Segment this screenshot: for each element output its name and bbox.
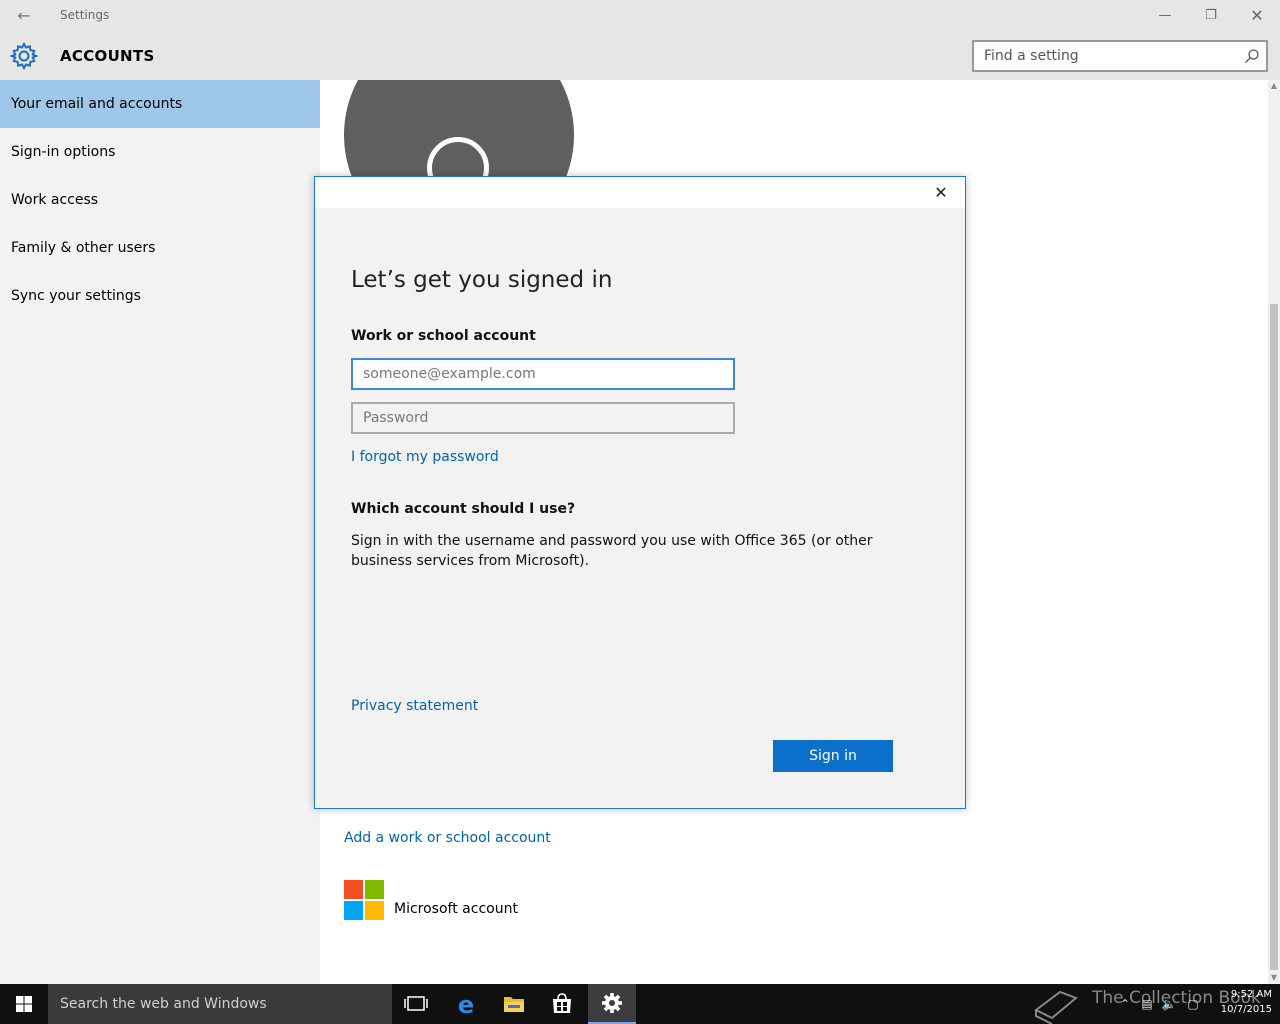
which-account-heading: Which account should I use? (351, 501, 576, 517)
gear-icon (10, 42, 38, 70)
sign-in-dialog: ✕ Let’s get you signed in Work or school… (314, 176, 966, 809)
page-title: ACCOUNTS (60, 47, 155, 65)
volume-icon[interactable]: 🔈 (1160, 995, 1178, 1013)
window-title: Settings (60, 8, 110, 22)
sidebar-item-work-access[interactable]: Work access (0, 176, 320, 224)
svg-text:e: e (458, 991, 474, 1019)
scrollbar[interactable]: ▲ ▼ (1268, 80, 1280, 984)
sidebar-item-sync-settings[interactable]: Sync your settings (0, 272, 320, 320)
action-center-icon[interactable]: ▢ (1184, 995, 1202, 1013)
taskbar-search[interactable]: Search the web and Windows (48, 984, 392, 1024)
system-clock[interactable]: 9:52 AM 10/7/2015 (1208, 987, 1272, 1017)
sidebar-item-email-accounts[interactable]: Your email and accounts (0, 80, 320, 128)
microsoft-logo-icon (344, 880, 384, 920)
sidebar-item-family-users[interactable]: Family & other users (0, 224, 320, 272)
search-icon[interactable] (1244, 48, 1260, 64)
close-icon[interactable]: ✕ (931, 183, 951, 203)
sidebar-item-sign-in-options[interactable]: Sign-in options (0, 128, 320, 176)
forgot-password-link[interactable]: I forgot my password (351, 449, 499, 465)
settings-taskbar-button[interactable] (588, 984, 636, 1024)
clock-time: 9:52 AM (1230, 989, 1272, 1000)
password-input[interactable] (353, 404, 733, 432)
microsoft-account-label[interactable]: Microsoft account (394, 901, 518, 917)
chevron-up-icon[interactable]: ⌃ (1116, 995, 1134, 1013)
settings-header: ACCOUNTS (0, 32, 1280, 80)
account-type-label: Work or school account (351, 328, 536, 344)
close-window-button[interactable]: ✕ (1234, 0, 1280, 32)
edge-browser-icon[interactable]: e (442, 984, 490, 1024)
dialog-title-bar: ✕ (315, 177, 965, 208)
scroll-down-icon[interactable]: ▼ (1268, 972, 1280, 984)
which-account-description: Sign in with the username and password y… (351, 533, 873, 569)
password-field[interactable] (351, 402, 735, 434)
minimize-button[interactable]: — (1142, 0, 1188, 32)
windows-start-icon[interactable] (0, 984, 48, 1024)
settings-gear-icon (602, 993, 622, 1013)
find-setting-search[interactable] (972, 40, 1268, 72)
restore-button[interactable]: ❐ (1188, 0, 1234, 32)
back-arrow-icon[interactable]: ← (12, 6, 36, 26)
store-icon[interactable] (538, 984, 586, 1024)
email-field[interactable] (351, 358, 735, 390)
network-icon[interactable]: ▤ (1138, 995, 1156, 1013)
title-bar: ← Settings — ❐ ✕ (0, 0, 1280, 32)
scroll-up-icon[interactable]: ▲ (1268, 80, 1280, 92)
book-watermark-icon (1034, 990, 1078, 1024)
scroll-thumb[interactable] (1270, 304, 1278, 970)
task-view-icon[interactable] (392, 984, 440, 1024)
dialog-heading: Let’s get you signed in (351, 267, 613, 293)
add-work-account-link[interactable]: Add a work or school account (344, 830, 551, 846)
search-input[interactable] (974, 42, 1224, 70)
privacy-statement-link[interactable]: Privacy statement (351, 698, 478, 714)
taskbar: Search the web and Windows e The Collect… (0, 984, 1280, 1024)
sidebar: Your email and accounts Sign-in options … (0, 80, 320, 984)
email-input[interactable] (353, 360, 733, 388)
clock-date: 10/7/2015 (1220, 1004, 1272, 1015)
file-explorer-icon[interactable] (490, 984, 538, 1024)
sign-in-button[interactable]: Sign in (773, 740, 893, 772)
